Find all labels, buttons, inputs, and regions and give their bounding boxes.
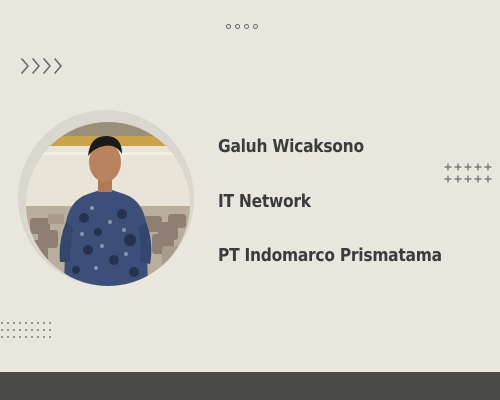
- chevron-right-icon: [21, 58, 62, 74]
- footer-bar: [0, 372, 500, 400]
- plus-grid-icon: [444, 163, 492, 183]
- dot-icon: [226, 24, 231, 29]
- person-company: PT Indomarco Prismatama: [218, 245, 442, 266]
- profile-photo: [26, 122, 190, 286]
- person-role: IT Network: [218, 191, 311, 212]
- dot-icon: [253, 24, 258, 29]
- dot-grid-icon: [1, 322, 51, 338]
- dot-icon: [235, 24, 240, 29]
- dot-icon: [244, 24, 249, 29]
- four-dots-icon: [226, 24, 258, 29]
- profile-card: Galuh Wicaksono IT Network PT Indomarco …: [0, 0, 500, 400]
- person-name: Galuh Wicaksono: [218, 136, 364, 157]
